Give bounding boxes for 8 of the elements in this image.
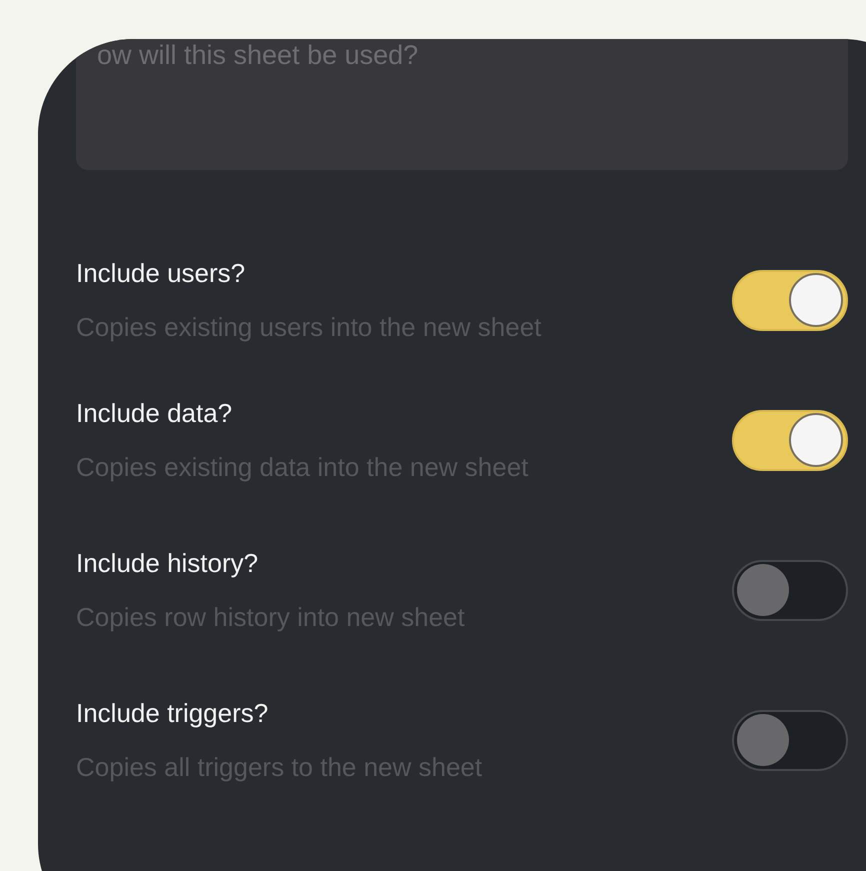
option-title: Include data? [76,397,234,430]
option-title: Include history? [76,547,260,580]
toggle-knob [789,413,843,467]
toggle-knob [737,564,789,616]
toggle-knob [737,714,789,766]
toggle-knob [789,273,843,327]
option-title: Include users? [76,257,246,290]
option-title: Include triggers? [76,697,270,730]
